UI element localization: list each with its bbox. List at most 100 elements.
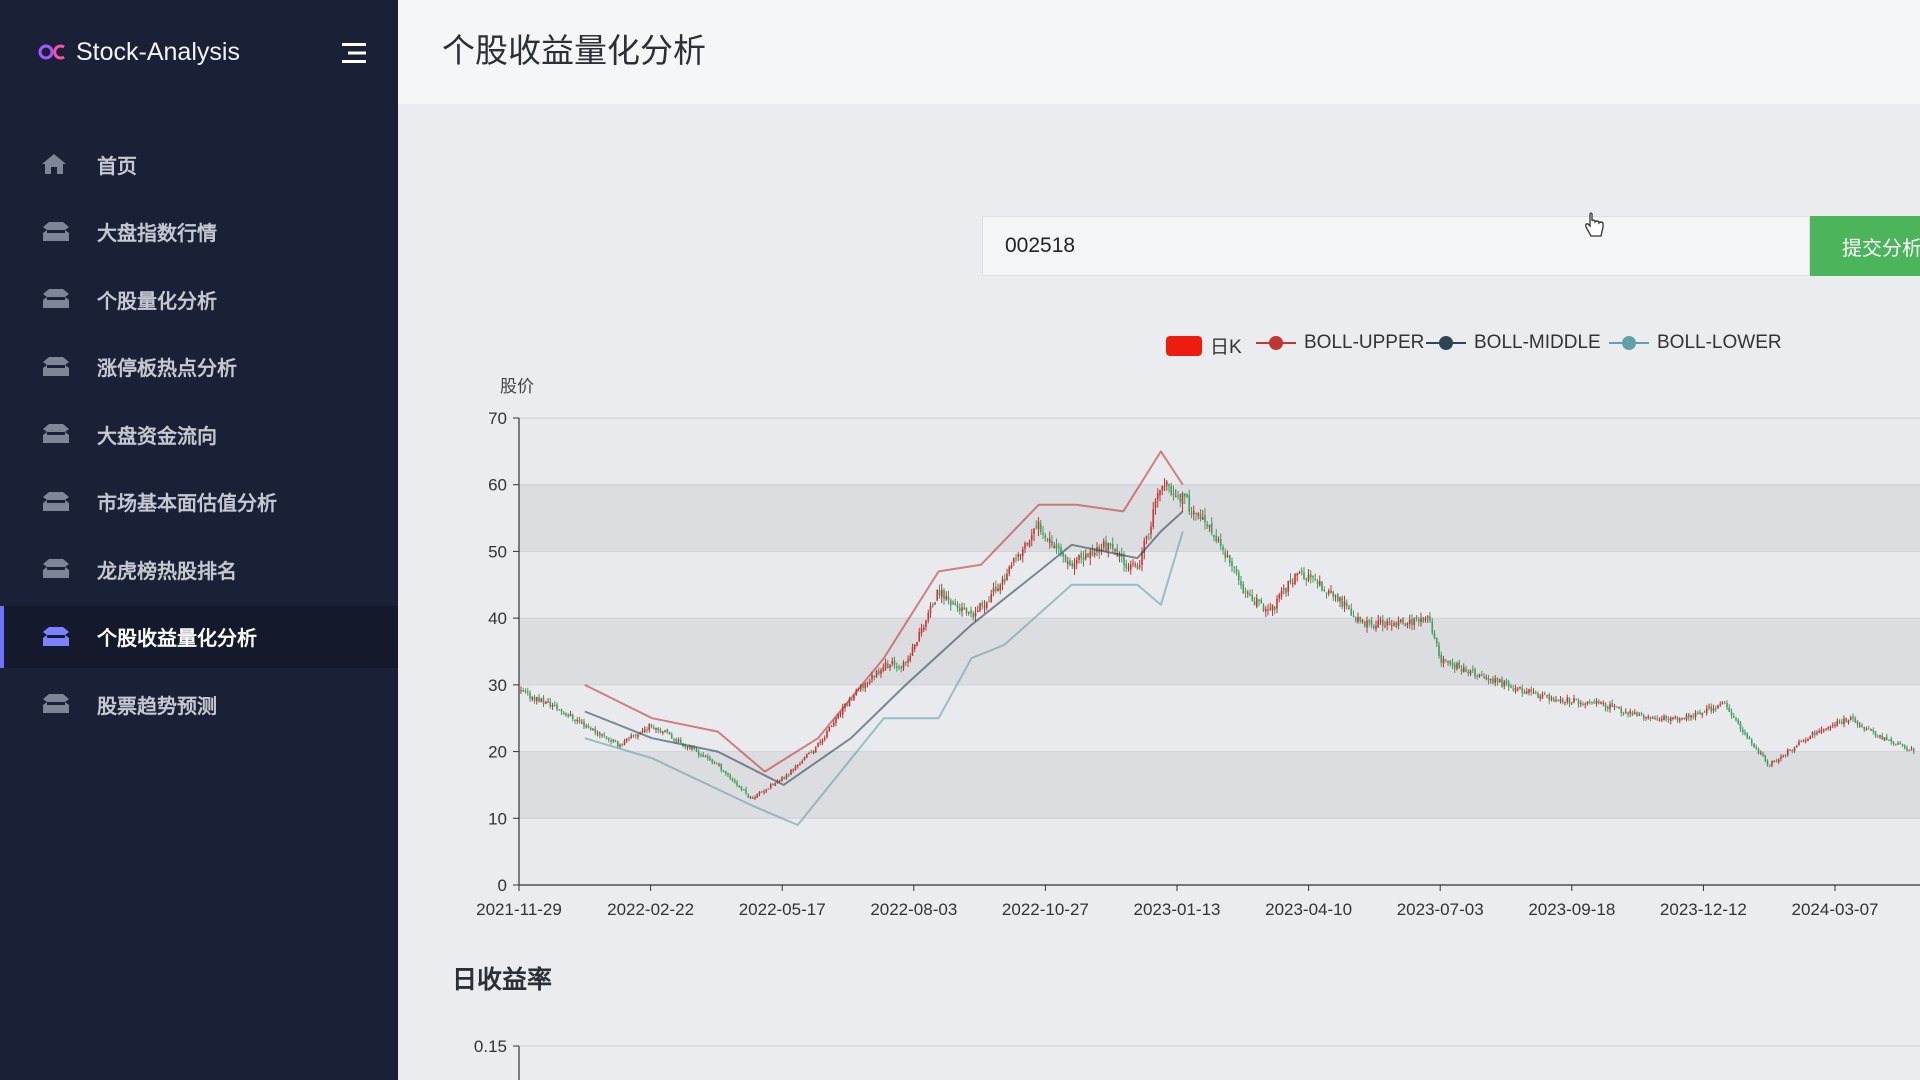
candle-body bbox=[1777, 759, 1780, 762]
y-tick-label: 70 bbox=[488, 409, 507, 428]
candle-body bbox=[655, 727, 657, 730]
candle-body bbox=[1757, 749, 1760, 754]
candle-body bbox=[1901, 743, 1904, 746]
candle-body bbox=[988, 600, 990, 602]
candle-body bbox=[675, 739, 678, 742]
candle-body bbox=[1523, 691, 1526, 694]
candle-body bbox=[758, 792, 761, 795]
candle-body bbox=[560, 709, 563, 712]
candle-body bbox=[1710, 706, 1713, 712]
candle-body bbox=[1683, 717, 1686, 720]
candle-body bbox=[1154, 500, 1157, 508]
candle-body bbox=[814, 747, 817, 753]
candle-body bbox=[652, 727, 655, 729]
candle-body bbox=[1750, 740, 1753, 744]
candle-body bbox=[1046, 538, 1049, 541]
candle-body bbox=[531, 697, 534, 700]
candle-body bbox=[614, 740, 617, 742]
candle-body bbox=[740, 786, 743, 790]
candle-body bbox=[1546, 695, 1548, 697]
candle-body bbox=[1404, 624, 1407, 627]
candle-body bbox=[1519, 687, 1521, 689]
candle-body bbox=[1633, 712, 1636, 715]
candle-body bbox=[1548, 694, 1551, 701]
candle-body bbox=[650, 725, 653, 727]
candle-body bbox=[1462, 667, 1465, 672]
candle-body bbox=[1316, 581, 1319, 584]
candle-body bbox=[1402, 617, 1404, 624]
candle-body bbox=[929, 605, 932, 614]
candle-body bbox=[895, 666, 898, 668]
candle-body bbox=[1748, 737, 1751, 740]
candle-body bbox=[1818, 731, 1821, 733]
candle-body bbox=[1190, 513, 1193, 515]
candle-body bbox=[1726, 703, 1728, 708]
candle-body bbox=[1163, 486, 1166, 488]
candle-body bbox=[1604, 703, 1607, 709]
x-tick-label: 2022-10-27 bbox=[1002, 900, 1089, 919]
candle-body bbox=[1426, 616, 1429, 618]
candle-body bbox=[1422, 617, 1425, 622]
candle-body bbox=[787, 774, 790, 776]
candle-body bbox=[713, 762, 716, 764]
candle-body bbox=[1656, 718, 1659, 720]
candle-body bbox=[1192, 510, 1195, 515]
candle-body bbox=[1699, 712, 1701, 714]
candle-body bbox=[1341, 597, 1344, 607]
candle-body bbox=[1820, 729, 1823, 732]
candle-body bbox=[868, 680, 871, 683]
candle-body bbox=[1298, 572, 1301, 574]
candle-body bbox=[1089, 550, 1092, 559]
candle-body bbox=[1152, 509, 1155, 527]
candle-body bbox=[1201, 517, 1204, 520]
candle-body bbox=[1147, 533, 1150, 535]
candle-body bbox=[1897, 743, 1899, 745]
candle-body bbox=[1636, 712, 1638, 717]
candle-body bbox=[695, 748, 698, 752]
candle-body bbox=[664, 730, 666, 732]
candle-body bbox=[709, 757, 711, 761]
candle-body bbox=[1026, 543, 1029, 545]
candle-body bbox=[1183, 493, 1186, 497]
candle-body bbox=[1681, 718, 1683, 720]
candle-body bbox=[1438, 644, 1440, 656]
candle-body bbox=[1728, 707, 1731, 713]
candle-body bbox=[1663, 715, 1665, 721]
y-tick-label: 30 bbox=[488, 676, 507, 695]
candle-body bbox=[1219, 539, 1222, 546]
candle-body bbox=[1253, 601, 1256, 606]
candle-body bbox=[1107, 542, 1110, 551]
candle-body bbox=[702, 754, 705, 757]
candle-body bbox=[911, 647, 914, 656]
candle-body bbox=[1006, 573, 1008, 581]
candle-body bbox=[1127, 567, 1130, 569]
candle-body bbox=[956, 604, 959, 608]
candle-body bbox=[893, 660, 896, 665]
candle-body bbox=[801, 761, 804, 764]
candle-body bbox=[1379, 620, 1382, 622]
candle-body bbox=[826, 731, 828, 738]
candle-body bbox=[1334, 595, 1337, 597]
candle-body bbox=[1217, 539, 1220, 541]
candle-body bbox=[1705, 708, 1708, 713]
candle-body bbox=[1125, 563, 1128, 568]
candle-body bbox=[875, 670, 878, 678]
candle-body bbox=[1825, 728, 1827, 730]
candle-body bbox=[722, 770, 725, 772]
candle-body bbox=[538, 697, 540, 702]
candle-body bbox=[1854, 718, 1857, 723]
candle-body bbox=[1514, 688, 1517, 691]
candle-body bbox=[882, 667, 885, 671]
candle-body bbox=[1030, 534, 1033, 540]
candle-body bbox=[1723, 702, 1726, 704]
candle-body bbox=[1741, 729, 1744, 733]
candle-body bbox=[1615, 706, 1618, 708]
candle-body bbox=[1242, 584, 1245, 594]
candle-body bbox=[540, 698, 543, 703]
candle-body bbox=[778, 780, 781, 782]
candle-body bbox=[922, 627, 925, 630]
candle-body bbox=[544, 701, 547, 704]
candlestick-chart[interactable]: 0 10 20 30 40 50 60 70 2021-11-29 2022-02-22 2022-… bbox=[0, 0, 1920, 1080]
candle-body bbox=[1087, 553, 1089, 558]
candle-body bbox=[558, 709, 561, 711]
